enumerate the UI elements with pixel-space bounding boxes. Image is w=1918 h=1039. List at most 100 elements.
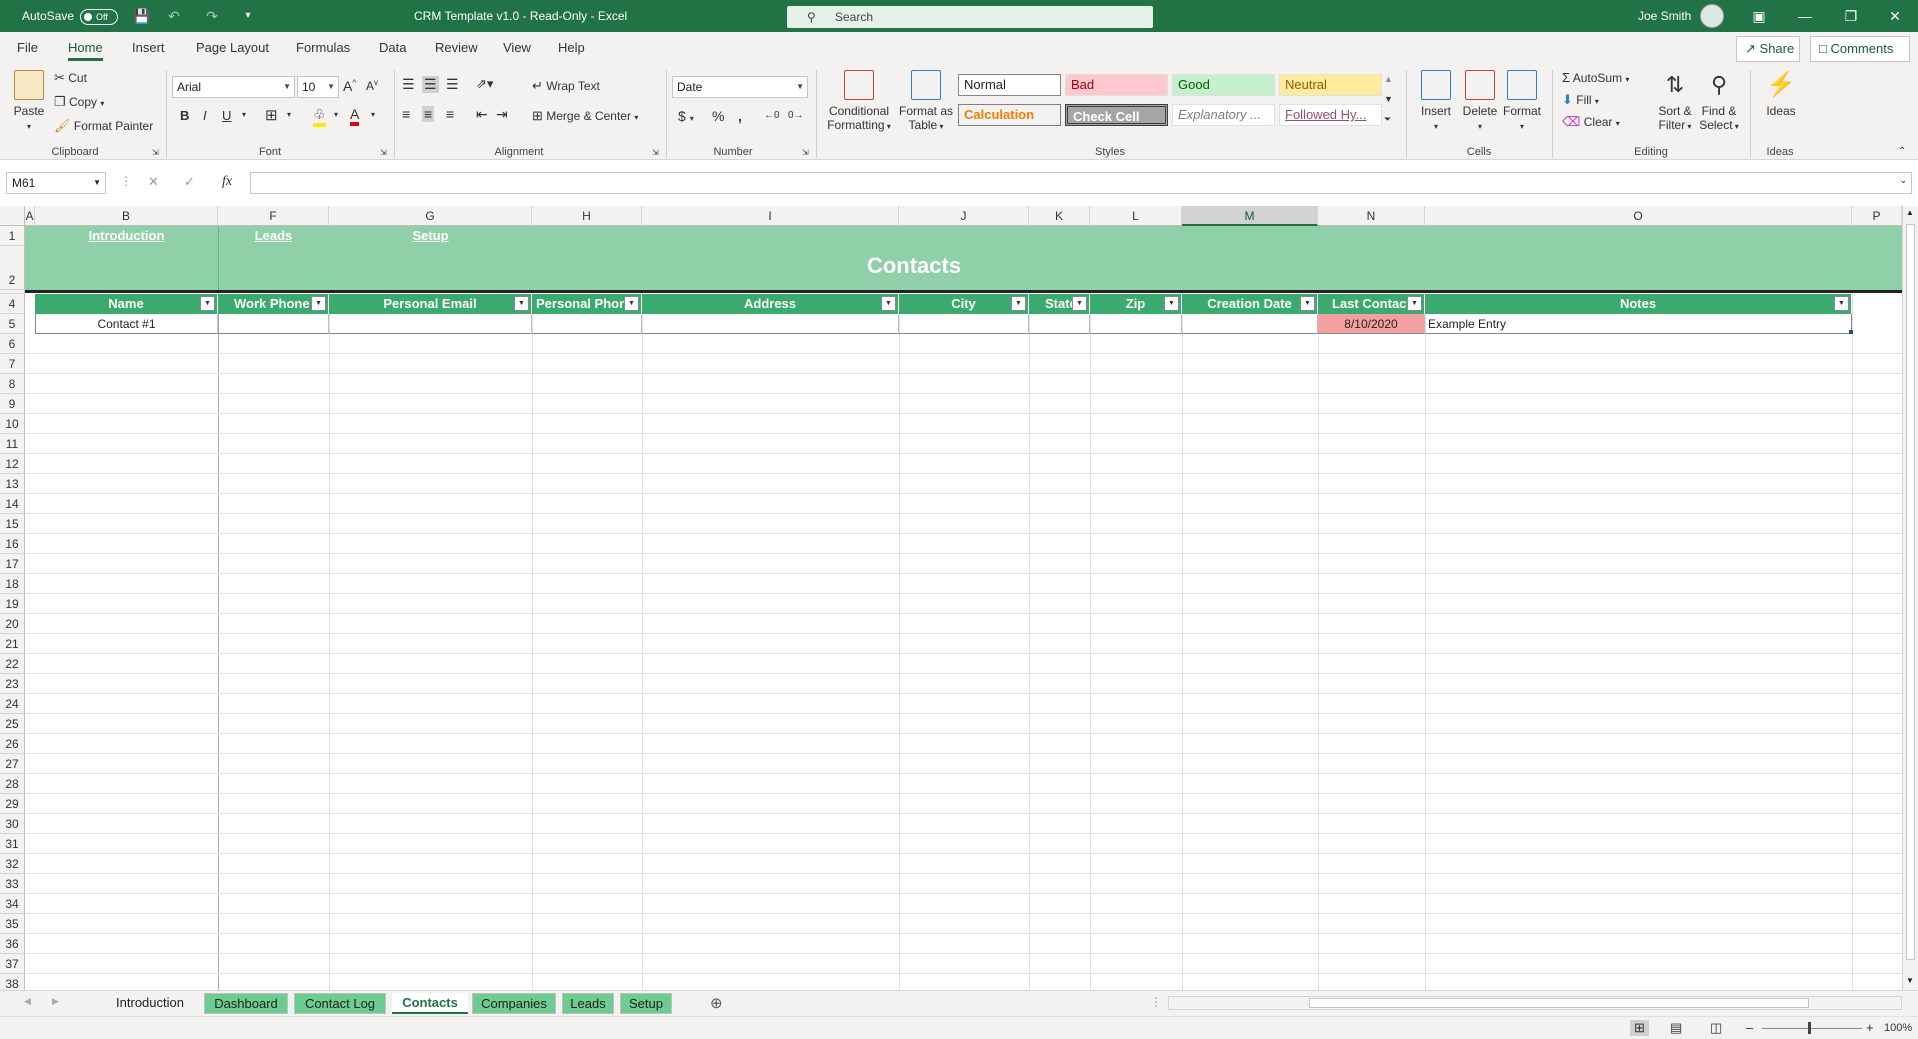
user-name[interactable]: Joe Smith	[1638, 0, 1691, 32]
delete-cells-button[interactable]: Delete ▾	[1458, 70, 1502, 134]
style-neutral[interactable]: Neutral	[1279, 74, 1382, 96]
style-check-cell[interactable]: Check Cell	[1065, 104, 1168, 126]
table-header-state[interactable]: State ▼	[1029, 294, 1090, 314]
align-middle-icon[interactable]: ☰	[422, 76, 439, 93]
row-header[interactable]: 21	[0, 634, 25, 654]
merge-center-button[interactable]: ⊞ Merge & Center ▾	[532, 108, 638, 124]
column-header[interactable]: I	[642, 206, 899, 226]
column-header[interactable]: N	[1318, 206, 1425, 226]
column-header[interactable]: K	[1029, 206, 1090, 226]
row-header[interactable]: 9	[0, 394, 25, 414]
row-header[interactable]: 17	[0, 554, 25, 574]
row-header[interactable]: 8	[0, 374, 25, 394]
comments-button[interactable]: □ Comments	[1810, 36, 1910, 62]
row-header[interactable]: 35	[0, 914, 25, 934]
page-layout-view-icon[interactable]: ▤	[1670, 1020, 1682, 1036]
sheet-tab-leads[interactable]: Leads	[562, 993, 614, 1014]
row-header[interactable]: 1	[0, 226, 25, 246]
tab-help[interactable]: Help	[558, 32, 585, 64]
sheet-tab-companies[interactable]: Companies	[472, 993, 556, 1014]
row-header[interactable]: 26	[0, 734, 25, 754]
column-header[interactable]: J	[899, 206, 1029, 226]
row-header[interactable]: 38	[0, 974, 25, 990]
dialog-launcher-icon[interactable]: ⇲	[652, 148, 659, 157]
cell-personal-phone[interactable]	[532, 314, 642, 334]
scrollbar-thumb[interactable]	[1906, 224, 1915, 960]
column-header[interactable]: P	[1852, 206, 1902, 226]
filter-dropdown-icon[interactable]: ▼	[1300, 296, 1315, 311]
zoom-slider-thumb[interactable]	[1808, 1022, 1811, 1034]
format-painter-button[interactable]: 🖌 Format Painter	[54, 118, 153, 134]
row-header[interactable]: 18	[0, 574, 25, 594]
autosum-button[interactable]: Σ AutoSum ▾	[1562, 70, 1629, 85]
sheet-tab-contacts[interactable]: Contacts	[392, 993, 468, 1014]
row-header[interactable]: 23	[0, 674, 25, 694]
cancel-icon[interactable]: ✕	[148, 174, 159, 190]
percent-icon[interactable]: %	[712, 108, 724, 124]
minimize-icon[interactable]: —	[1782, 0, 1828, 32]
cell-zip[interactable]	[1090, 314, 1182, 334]
restore-icon[interactable]: ❐	[1828, 0, 1874, 32]
sheet-tab-setup[interactable]: Setup	[620, 993, 672, 1014]
table-header-personal-email[interactable]: Personal Email ▼	[329, 294, 532, 314]
borders-icon[interactable]: ⊞	[265, 106, 278, 124]
nav-link-introduction[interactable]: Introduction	[35, 228, 218, 243]
tab-page-layout[interactable]: Page Layout	[196, 32, 269, 64]
cut-button[interactable]: ✂ Cut	[54, 70, 87, 86]
font-color-dropdown-icon[interactable]: ▾	[371, 110, 375, 119]
cell-last-contact[interactable]: 8/10/2020	[1318, 314, 1425, 334]
row-header[interactable]: 20	[0, 614, 25, 634]
tab-view[interactable]: View	[503, 32, 531, 64]
filter-dropdown-icon[interactable]: ▼	[881, 296, 896, 311]
decrease-decimal-icon[interactable]: 0→	[788, 110, 804, 121]
increase-font-icon[interactable]: A^	[343, 78, 356, 94]
styles-more-icon[interactable]: ⏷	[1384, 114, 1391, 125]
underline-icon[interactable]: U	[222, 108, 231, 123]
dialog-launcher-icon[interactable]: ⇲	[152, 148, 159, 157]
cell-city[interactable]	[899, 314, 1029, 334]
decrease-font-icon[interactable]: Av	[366, 78, 378, 93]
increase-indent-icon[interactable]: ⇥	[496, 106, 508, 123]
zoom-out-icon[interactable]: –	[1746, 1020, 1753, 1035]
cell-notes[interactable]: Example Entry	[1425, 314, 1852, 334]
styles-scroll-up-icon[interactable]: ▲	[1384, 74, 1393, 84]
sort-filter-button[interactable]: ⇅ Sort & Filter ▾	[1650, 70, 1700, 134]
table-header-zip[interactable]: Zip ▼	[1090, 294, 1182, 314]
name-box[interactable]: M61 ▼	[6, 172, 106, 194]
align-top-icon[interactable]: ☰	[402, 76, 415, 93]
filter-dropdown-icon[interactable]: ▼	[200, 296, 215, 311]
close-icon[interactable]: ✕	[1872, 0, 1918, 32]
undo-icon[interactable]: ↶	[160, 0, 188, 32]
tab-file[interactable]: File	[17, 32, 38, 64]
nav-link-leads[interactable]: Leads	[218, 228, 329, 243]
filter-dropdown-icon[interactable]: ▼	[1834, 296, 1849, 311]
page-break-view-icon[interactable]: ◫	[1710, 1020, 1722, 1036]
fill-button[interactable]: ⬇ Fill ▾	[1562, 92, 1599, 108]
normal-view-icon[interactable]: ⊞	[1630, 1020, 1649, 1036]
style-followed-hyperlink[interactable]: Followed Hy...	[1279, 104, 1382, 126]
sheet-tab-contact-log[interactable]: Contact Log	[294, 993, 386, 1014]
row-header[interactable]: 15	[0, 514, 25, 534]
align-bottom-icon[interactable]: ☰	[446, 76, 459, 93]
row-header[interactable]: 30	[0, 814, 25, 834]
copy-button[interactable]: ❐ Copy ▾	[54, 94, 104, 110]
table-header-address[interactable]: Address ▼	[642, 294, 899, 314]
cell-name[interactable]: Contact #1	[35, 314, 218, 334]
font-color-icon[interactable]: A	[350, 106, 360, 126]
redo-icon[interactable]: ↷	[198, 0, 226, 32]
vertical-scrollbar[interactable]: ▲ ▼	[1902, 206, 1918, 990]
decrease-indent-icon[interactable]: ⇤	[476, 106, 488, 123]
insert-cells-button[interactable]: Insert ▾	[1414, 70, 1458, 134]
zoom-slider[interactable]	[1762, 1028, 1862, 1029]
row-header[interactable]: 36	[0, 934, 25, 954]
spreadsheet-grid[interactable]: A B F G H I J K L M N O P Introduction L…	[0, 206, 1918, 990]
collapse-ribbon-icon[interactable]: ⌃	[1898, 146, 1906, 157]
row-header[interactable]: 11	[0, 434, 25, 454]
filter-dropdown-icon[interactable]: ▼	[624, 296, 639, 311]
style-bad[interactable]: Bad	[1065, 74, 1168, 96]
save-icon[interactable]: 💾	[132, 0, 152, 32]
table-header-notes[interactable]: Notes ▼	[1425, 294, 1852, 314]
insert-function-icon[interactable]: fx	[222, 174, 232, 190]
scroll-down-icon[interactable]: ▼	[1906, 976, 1914, 985]
tab-review[interactable]: Review	[435, 32, 478, 64]
